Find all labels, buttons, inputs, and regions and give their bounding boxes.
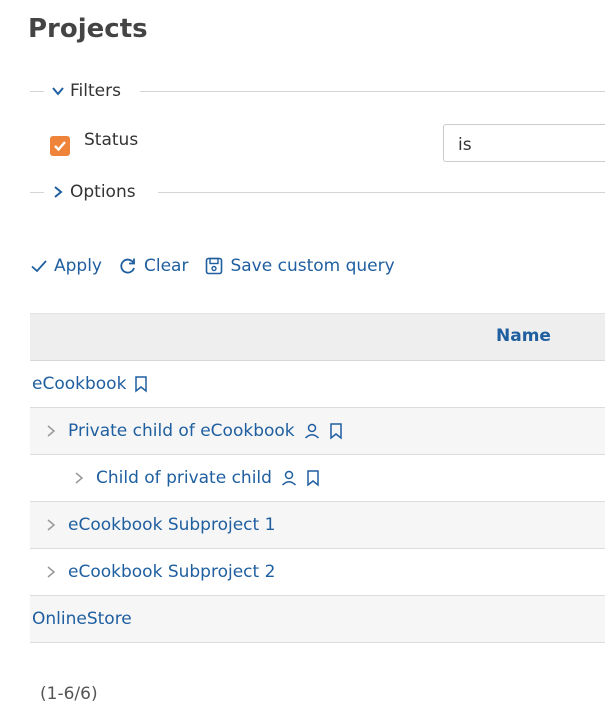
user-icon bbox=[280, 469, 298, 487]
chevron-right-icon bbox=[54, 186, 63, 198]
project-link[interactable]: OnlineStore bbox=[32, 609, 132, 629]
status-operator-select[interactable]: is bbox=[443, 124, 605, 162]
table-row: eCookbook Subproject 1 bbox=[30, 502, 605, 549]
fieldset-line bbox=[158, 192, 605, 193]
chevron-right-icon[interactable] bbox=[44, 424, 58, 438]
project-link[interactable]: eCookbook bbox=[32, 374, 126, 394]
table-row: Private child of eCookbook bbox=[30, 408, 605, 455]
filters-fieldset: Filters bbox=[0, 79, 605, 103]
checkmark-icon bbox=[54, 141, 66, 152]
fieldset-line bbox=[140, 91, 605, 92]
apply-label: Apply bbox=[54, 256, 102, 276]
clear-button[interactable]: Clear bbox=[118, 256, 188, 276]
column-header-name[interactable]: Name bbox=[496, 326, 551, 346]
chevron-down-icon bbox=[52, 87, 64, 96]
clear-label: Clear bbox=[144, 256, 189, 276]
table-row: eCookbook bbox=[30, 361, 605, 408]
chevron-right-icon[interactable] bbox=[72, 471, 86, 485]
page-title: Projects bbox=[28, 14, 148, 44]
query-actions: Apply Clear Save custom query bbox=[30, 256, 411, 276]
status-checkbox[interactable] bbox=[50, 136, 70, 156]
chevron-right-icon[interactable] bbox=[44, 518, 58, 532]
fieldset-line bbox=[30, 91, 44, 92]
bookmark-icon[interactable] bbox=[134, 375, 148, 393]
project-link[interactable]: Private child of eCookbook bbox=[68, 421, 295, 441]
options-toggle[interactable]: Options bbox=[44, 180, 142, 204]
save-query-button[interactable]: Save custom query bbox=[204, 256, 395, 276]
table-header: Name bbox=[30, 313, 605, 361]
chevron-right-icon[interactable] bbox=[44, 565, 58, 579]
status-filter-row: Status is bbox=[48, 124, 605, 164]
save-query-label: Save custom query bbox=[230, 256, 395, 276]
status-filter-label: Status bbox=[84, 130, 139, 150]
project-link[interactable]: eCookbook Subproject 1 bbox=[68, 515, 275, 535]
table-row: Child of private child bbox=[30, 455, 605, 502]
pagination-count: (1-6/6) bbox=[40, 684, 98, 704]
projects-table: Name eCookbook Private child of eCookboo… bbox=[30, 313, 605, 643]
bookmark-icon[interactable] bbox=[306, 469, 320, 487]
filters-legend-label: Filters bbox=[70, 81, 121, 101]
project-link[interactable]: eCookbook Subproject 2 bbox=[68, 562, 275, 582]
user-icon bbox=[303, 422, 321, 440]
bookmark-icon[interactable] bbox=[329, 422, 343, 440]
project-link[interactable]: Child of private child bbox=[96, 468, 272, 488]
filters-toggle[interactable]: Filters bbox=[44, 79, 127, 103]
table-row: eCookbook Subproject 2 bbox=[30, 549, 605, 596]
fieldset-line bbox=[30, 192, 44, 193]
options-legend-label: Options bbox=[70, 182, 136, 202]
check-icon bbox=[31, 260, 47, 273]
save-icon bbox=[206, 257, 223, 275]
options-fieldset: Options bbox=[0, 180, 605, 204]
reload-icon bbox=[120, 258, 135, 274]
apply-button[interactable]: Apply bbox=[30, 256, 102, 276]
table-row: OnlineStore bbox=[30, 596, 605, 643]
